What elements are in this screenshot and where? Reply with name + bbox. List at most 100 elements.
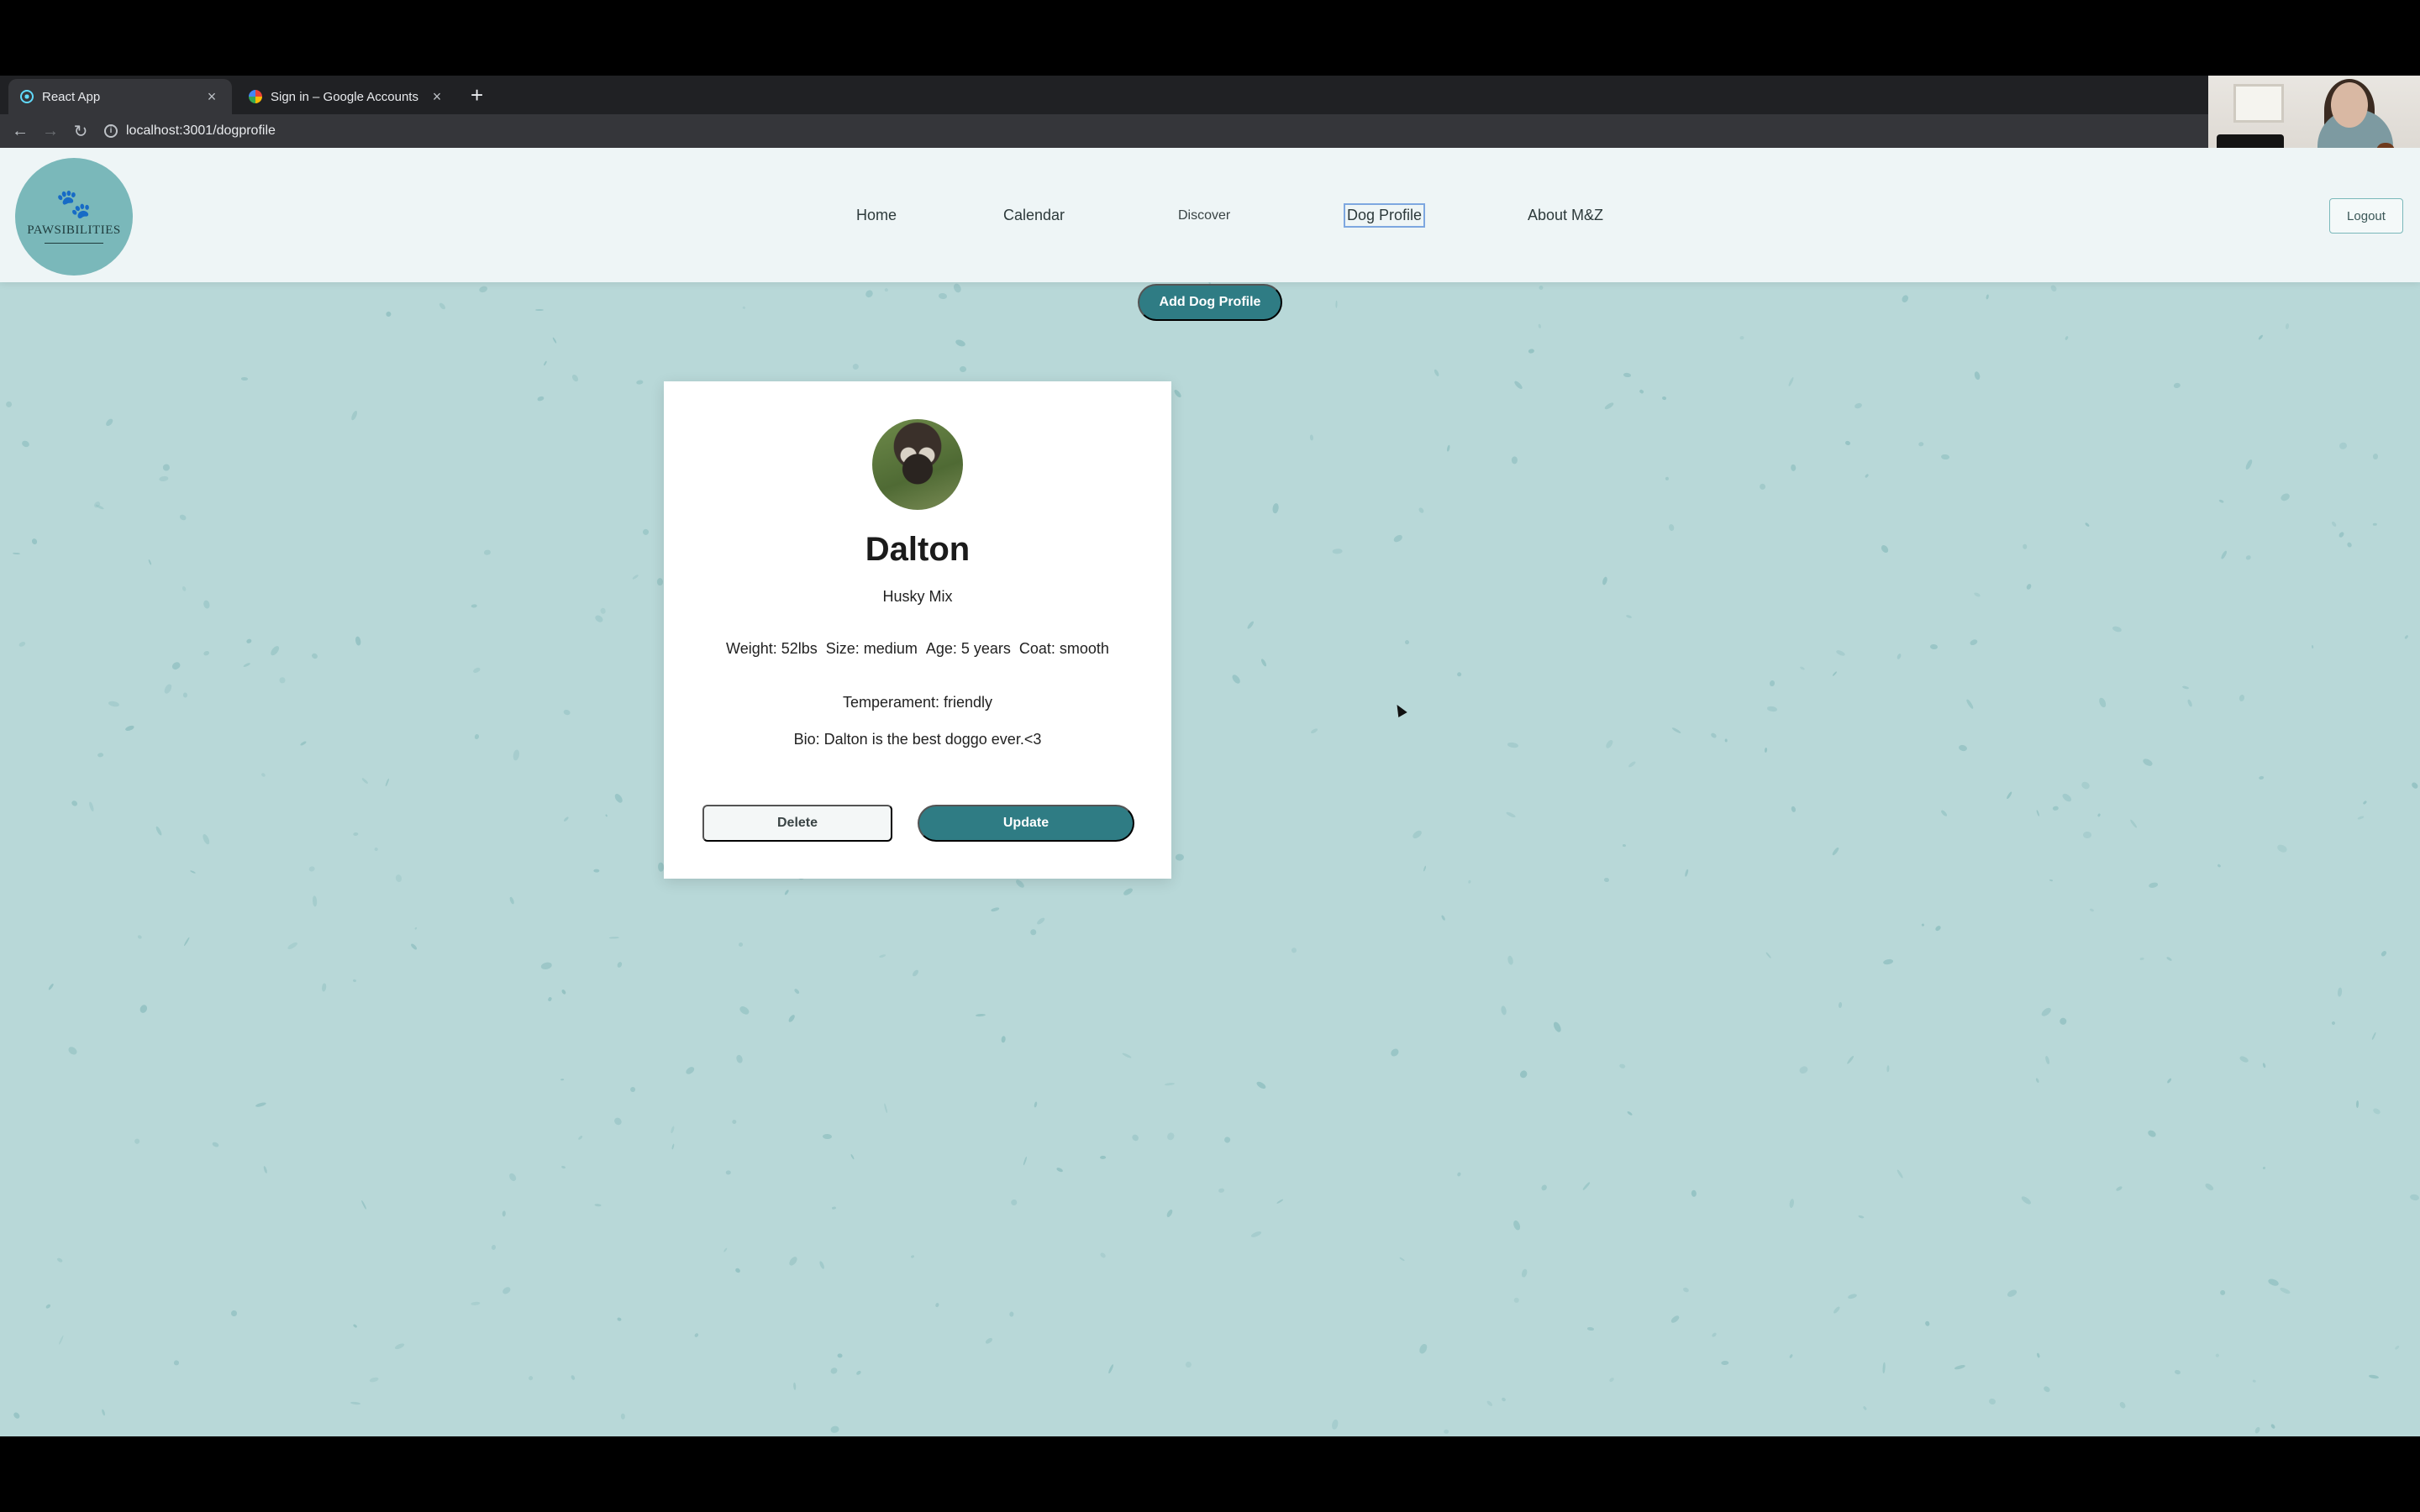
background-speckle [1486, 1399, 1494, 1407]
background-speckle [101, 1409, 107, 1417]
background-speckle [1467, 879, 1471, 884]
background-speckle [94, 503, 105, 511]
background-speckle [159, 475, 170, 482]
background-speckle [2363, 800, 2368, 805]
nav-dog-profile[interactable]: Dog Profile [1344, 203, 1426, 228]
background-speckle [613, 792, 625, 805]
background-speckle [1418, 1343, 1429, 1356]
background-speckle [593, 613, 604, 623]
update-button[interactable]: Update [918, 805, 1134, 842]
close-icon[interactable]: × [429, 88, 445, 106]
background-speckle [56, 1257, 64, 1264]
background-speckle [1667, 523, 1676, 533]
background-speckle [1512, 1219, 1522, 1231]
background-speckle [2266, 1277, 2279, 1288]
background-speckle [2053, 806, 2060, 811]
background-speckle [2097, 812, 2102, 817]
info-icon[interactable]: i [104, 124, 118, 138]
background-speckle [45, 1303, 51, 1310]
add-dog-profile-button[interactable]: Add Dog Profile [1138, 284, 1282, 321]
close-icon[interactable]: × [203, 88, 220, 106]
background-speckle [1528, 348, 1534, 354]
background-speckle [1521, 1268, 1528, 1278]
background-speckle [2311, 645, 2314, 649]
background-speckle [262, 1165, 268, 1174]
dog-breed: Husky Mix [882, 588, 953, 605]
background-speckle [784, 890, 790, 896]
background-speckle [1940, 454, 1949, 460]
delete-button[interactable]: Delete [702, 805, 892, 842]
background-speckle [2084, 521, 2090, 528]
background-speckle [1838, 1001, 1843, 1009]
background-speckle [1601, 576, 1608, 586]
background-speckle [1845, 1054, 1854, 1065]
background-speckle [108, 700, 120, 707]
background-speckle [477, 285, 488, 293]
background-speckle [2372, 453, 2378, 459]
browser-tab-google-signin[interactable]: Sign in – Google Accounts × [237, 79, 457, 114]
background-speckle [190, 869, 197, 874]
background-speckle [2395, 1345, 2401, 1351]
background-speckle [911, 969, 920, 978]
background-speckle [1440, 914, 1446, 921]
background-speckle [2083, 831, 2092, 838]
forward-arrow-icon[interactable]: → [35, 122, 66, 141]
background-speckle [851, 362, 860, 371]
background-speckle [613, 1116, 623, 1126]
background-speckle [2112, 625, 2123, 633]
url-field[interactable]: i localhost:3001/dogprofile [104, 123, 276, 139]
background-speckle [1246, 620, 1255, 630]
background-speckle [369, 1376, 380, 1383]
background-speckle [1933, 925, 1942, 932]
nav-calendar[interactable]: Calendar [1003, 207, 1065, 224]
browser-tab-react-app[interactable]: React App × [8, 79, 232, 114]
background-speckle [636, 380, 644, 386]
background-speckle [1922, 923, 1925, 927]
background-speckle [1250, 1230, 1262, 1239]
background-speckle [2254, 1426, 2261, 1435]
background-speckle [1758, 482, 1766, 491]
background-speckle [1879, 543, 1890, 554]
background-speckle [620, 1413, 625, 1420]
site-logo[interactable]: 🐾 PAWSIBILITIES [15, 158, 133, 276]
dog-temperament: Temperament: friendly [842, 694, 993, 711]
background-speckle [2331, 520, 2338, 528]
background-speckle [742, 305, 747, 310]
background-speckle [547, 996, 553, 1002]
dog-age: Age: 5 years [925, 640, 1011, 657]
background-speckle [1392, 533, 1404, 544]
background-speckle [413, 927, 418, 931]
background-speckle [1518, 1068, 1529, 1079]
background-speckle [570, 1374, 576, 1381]
background-speckle [1540, 1184, 1549, 1192]
logout-button[interactable]: Logout [2329, 198, 2403, 234]
background-speckle [552, 336, 557, 344]
background-speckle [1456, 1172, 1462, 1178]
browser-tab-bar: React App × Sign in – Google Accounts × … [0, 76, 2208, 114]
plus-icon[interactable]: + [471, 84, 483, 106]
background-speckle [2262, 1062, 2267, 1068]
reload-icon[interactable]: ↻ [66, 121, 96, 142]
nav-home[interactable]: Home [856, 207, 897, 224]
background-speckle [1622, 843, 1626, 847]
background-speckle [2279, 1286, 2291, 1295]
background-speckle [1292, 947, 1297, 953]
background-speckle [1121, 1052, 1132, 1059]
nav-about[interactable]: About M&Z [1528, 207, 1603, 224]
background-speckle [560, 1164, 566, 1169]
background-speckle [2337, 987, 2343, 997]
background-speckle [321, 983, 327, 992]
background-speckle [2411, 780, 2419, 790]
background-speckle [2058, 1016, 2068, 1027]
background-speckle [385, 778, 390, 787]
background-speckle [269, 644, 281, 658]
background-speckle [1444, 1429, 1449, 1434]
background-speckle [1586, 1326, 1595, 1331]
background-speckle [2049, 283, 2058, 292]
nav-discover[interactable]: Discover [1178, 208, 1230, 223]
background-speckle [182, 936, 190, 947]
background-speckle [350, 409, 359, 421]
background-speckle [543, 360, 548, 366]
back-arrow-icon[interactable]: ← [5, 122, 35, 141]
background-speckle [1710, 732, 1718, 739]
